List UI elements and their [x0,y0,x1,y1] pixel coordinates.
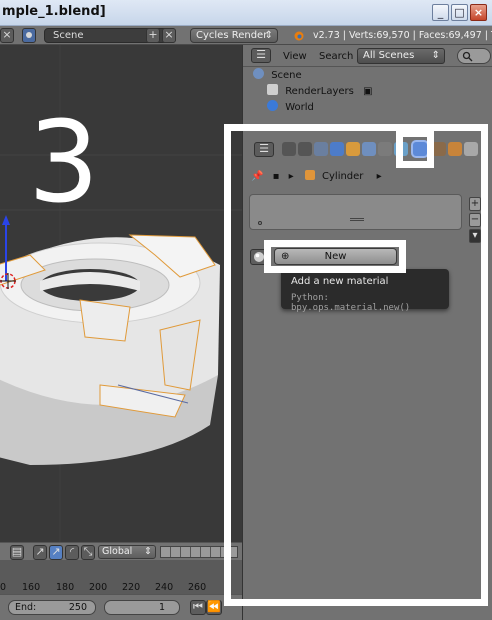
tick-label: 240 [155,582,174,593]
jump-keyframe-icon[interactable]: ⏪ [206,600,222,615]
3d-viewport[interactable]: 3 [0,45,242,542]
timeline-ruler: 0 160 180 200 220 240 260 [0,582,242,594]
translate-manipulator-icon[interactable]: ↗ [49,545,63,560]
blender-logo-icon [294,31,304,41]
window-title: mple_1.blend] [2,4,106,19]
camera-icon: ▣ [363,86,373,97]
dropdown-arrow-icon: ⇕ [264,30,273,41]
editor-type-icon[interactable]: ☰ [251,48,271,63]
render-layers-icon [267,84,278,95]
outliner-row-label: World [285,102,314,113]
maximize-button[interactable]: □ [451,4,468,21]
mode-select-icon[interactable]: ▤ [10,545,24,560]
highlight-properties-frame [224,124,488,606]
tick-label: 260 [188,582,207,593]
screen-close-icon[interactable]: × [0,28,14,43]
scene-browse-icon[interactable] [22,28,36,43]
end-frame-field[interactable]: End: 250 [8,600,96,615]
render-engine-label: Cycles Render [196,30,268,41]
manipulator-toggle-icon[interactable]: ↗ [33,545,47,560]
outliner[interactable]: ☰ View Search All Scenes ⇕ Scene RenderL… [242,45,492,125]
outliner-row-world[interactable]: World [267,100,314,116]
timeline-footer: End: 250 1 ⏮ ⏪ [0,594,242,620]
end-frame-label: End: [15,602,37,613]
window-title-bar: mple_1.blend] _ □ × [0,0,492,26]
add-scene-icon[interactable]: + [146,28,160,43]
scene-icon [253,68,264,79]
close-button[interactable]: × [470,4,487,21]
end-frame-value: 250 [68,602,87,613]
tick-label: 0 [0,582,7,593]
outliner-search-input[interactable] [457,48,491,64]
outliner-row-renderlayers[interactable]: RenderLayers ▣ [267,84,373,100]
minimize-button[interactable]: _ [432,4,449,21]
world-icon [267,100,278,111]
3d-view-header: ▤ ↗ ↗ ◜ ⤡ Global ⇕ [0,542,242,560]
scene-stats: v2.73 | Verts:69,570 | Faces:69,497 | Tr… [313,30,492,41]
current-frame-field[interactable]: 1 [104,600,180,615]
rotate-manipulator-icon[interactable]: ◜ [65,545,79,560]
tick-label: 180 [56,582,75,593]
highlight-new-button [264,240,406,273]
dropdown-arrow-icon: ⇕ [431,50,440,61]
highlight-material-tab [396,130,434,168]
outliner-row-label: Scene [271,70,302,81]
info-header: × Scene + × Cycles Render ⇕ v2.73 | Vert… [0,26,492,45]
jump-start-icon[interactable]: ⏮ [190,600,206,615]
step-number-label: 3 [28,98,100,228]
outliner-row-label: RenderLayers [285,86,354,97]
timeline[interactable]: 0 160 180 200 220 240 260 [0,560,242,594]
tick-label: 160 [22,582,41,593]
delete-scene-icon[interactable]: × [162,28,176,43]
current-frame-value: 1 [158,602,165,613]
tick-label: 220 [122,582,141,593]
scale-manipulator-icon[interactable]: ⤡ [81,545,95,560]
outliner-header: ☰ View Search All Scenes ⇕ [243,45,492,67]
display-mode-label: All Scenes [363,50,415,61]
orientation-label: Global [102,546,133,557]
display-mode-select[interactable]: All Scenes ⇕ [357,48,445,64]
tick-label: 200 [89,582,108,593]
transform-orientation-select[interactable]: Global ⇕ [98,545,156,559]
dropdown-arrow-icon: ⇕ [144,546,152,557]
render-engine-select[interactable]: Cycles Render ⇕ [190,28,278,43]
outliner-row-scene[interactable]: Scene [253,68,302,84]
search-icon [462,51,473,62]
outliner-view-menu[interactable]: View [283,51,307,62]
outliner-search-menu[interactable]: Search [319,51,353,62]
